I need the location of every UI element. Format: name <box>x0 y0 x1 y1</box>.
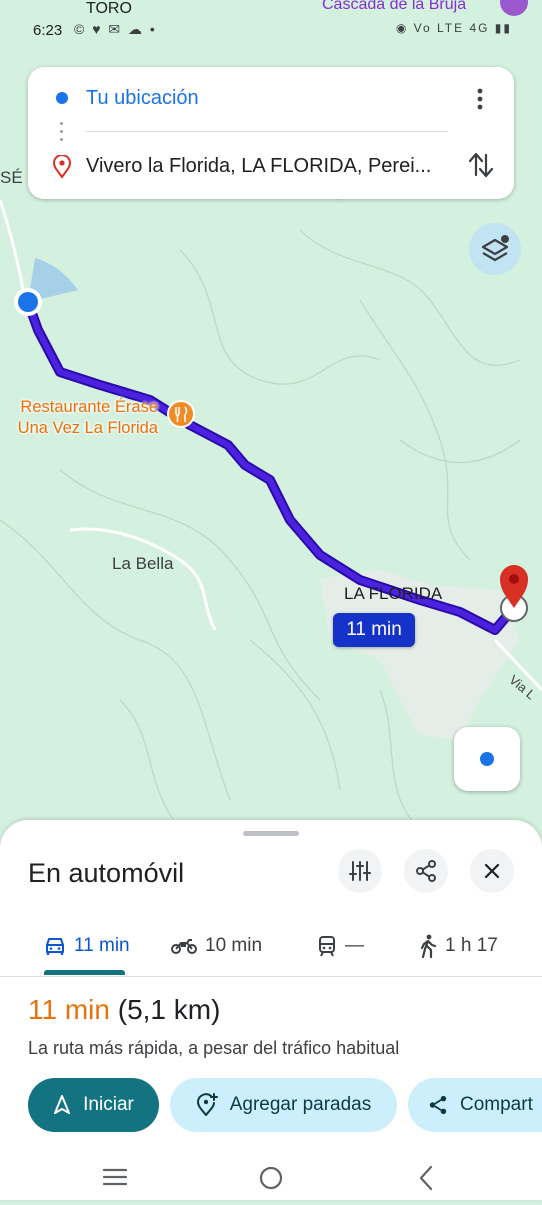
walk-icon <box>420 934 437 958</box>
add-stops-label: Agregar paradas <box>229 1094 372 1115</box>
current-location-dot <box>18 292 38 312</box>
start-navigation-button[interactable]: Iniciar <box>28 1078 159 1132</box>
tab-walking-label: 1 h 17 <box>445 935 498 956</box>
destination-marker-icon <box>52 155 72 179</box>
notification-icons: © ♥ ✉ ☁ • <box>74 21 157 37</box>
share-button[interactable]: Compart <box>408 1078 542 1132</box>
tab-motorcycle[interactable]: 10 min <box>171 918 262 974</box>
tab-transit-label: — <box>345 935 364 956</box>
more-vert-icon <box>477 88 483 110</box>
close-directions-button[interactable] <box>470 849 514 893</box>
restaurant-label-line2: Una Vez La Florida <box>17 419 158 437</box>
more-options-button[interactable] <box>466 85 494 113</box>
map-label-se: SÉ <box>0 168 23 187</box>
route-options-button[interactable] <box>338 849 382 893</box>
map-label-la-bella: La Bella <box>112 554 174 573</box>
close-icon <box>484 863 500 879</box>
restaurant-label[interactable]: Restaurante Érase Una Vez La Florida <box>2 397 158 439</box>
restaurant-label-line1: Restaurante Érase <box>20 398 158 416</box>
nav-bar-icons <box>102 1165 433 1191</box>
add-location-icon <box>196 1093 218 1116</box>
motorcycle-icon <box>171 939 197 954</box>
tab-transit[interactable]: — <box>317 918 364 974</box>
my-location-icon <box>480 752 494 766</box>
system-icons: ◉ Vo LTE 4G ▮▮ <box>395 21 512 35</box>
swap-vert-icon <box>468 152 494 178</box>
route-duration: 11 min <box>28 994 110 1025</box>
map-label-la-florida: LA FLORIDA <box>344 584 443 603</box>
navigation-arrow-icon <box>54 1095 71 1114</box>
eta-badge[interactable]: 11 min <box>333 613 415 647</box>
origin-field[interactable]: Tu ubicación <box>86 87 199 110</box>
drag-handle[interactable] <box>243 831 299 836</box>
layers-button[interactable] <box>469 223 521 275</box>
route-description: La ruta más rápida, a pesar del tráfico … <box>28 1038 400 1058</box>
tab-walking[interactable]: 1 h 17 <box>419 918 498 974</box>
layers-icon <box>481 235 509 262</box>
home-icon <box>259 1166 283 1190</box>
destination-pin-icon <box>500 565 528 622</box>
back-icon <box>419 1165 433 1191</box>
swap-directions-button[interactable] <box>466 149 496 181</box>
share-label: Compart <box>460 1094 533 1115</box>
share-pill-icon <box>429 1095 447 1115</box>
travel-mode-tabs: 11 min 10 min — 1 h 17 <box>0 918 542 977</box>
tab-driving-label: 11 min <box>74 935 130 956</box>
add-stops-button[interactable]: Agregar paradas <box>170 1078 397 1132</box>
train-icon <box>319 936 335 957</box>
share-route-button[interactable] <box>404 849 448 893</box>
field-divider <box>86 131 448 132</box>
active-tab-indicator <box>44 970 125 975</box>
destination-field[interactable]: Vivero la Florida, LA FLORIDA, Perei... <box>86 155 431 178</box>
origin-dot-icon <box>56 92 68 104</box>
start-label: Iniciar <box>83 1094 134 1115</box>
tab-motorcycle-label: 10 min <box>205 935 263 956</box>
status-time: 6:23 <box>33 22 63 39</box>
route-dots-icon <box>60 122 63 146</box>
my-location-button[interactable] <box>454 727 520 791</box>
sheet-title: En automóvil <box>28 858 185 888</box>
route-summary: 11 min (5,1 km) <box>28 994 220 1026</box>
directions-bottom-sheet: En automóvil 11 min 10 min — 1 h 17 11 m… <box>0 820 542 1200</box>
directions-search-card: Tu ubicación Vivero la Florida, LA FLORI… <box>28 67 514 199</box>
tune-icon <box>349 861 371 881</box>
restaurant-pin-icon <box>167 400 195 428</box>
car-icon <box>46 938 64 955</box>
share-icon <box>416 860 436 882</box>
tab-driving[interactable]: 11 min <box>44 918 130 974</box>
route-distance: (5,1 km) <box>117 994 221 1025</box>
system-nav-bar <box>0 1152 542 1200</box>
recent-apps-icon <box>102 1168 128 1186</box>
status-bar: 6:23 © ♥ ✉ ☁ • ◉ Vo LTE 4G ▮▮ <box>0 0 542 60</box>
